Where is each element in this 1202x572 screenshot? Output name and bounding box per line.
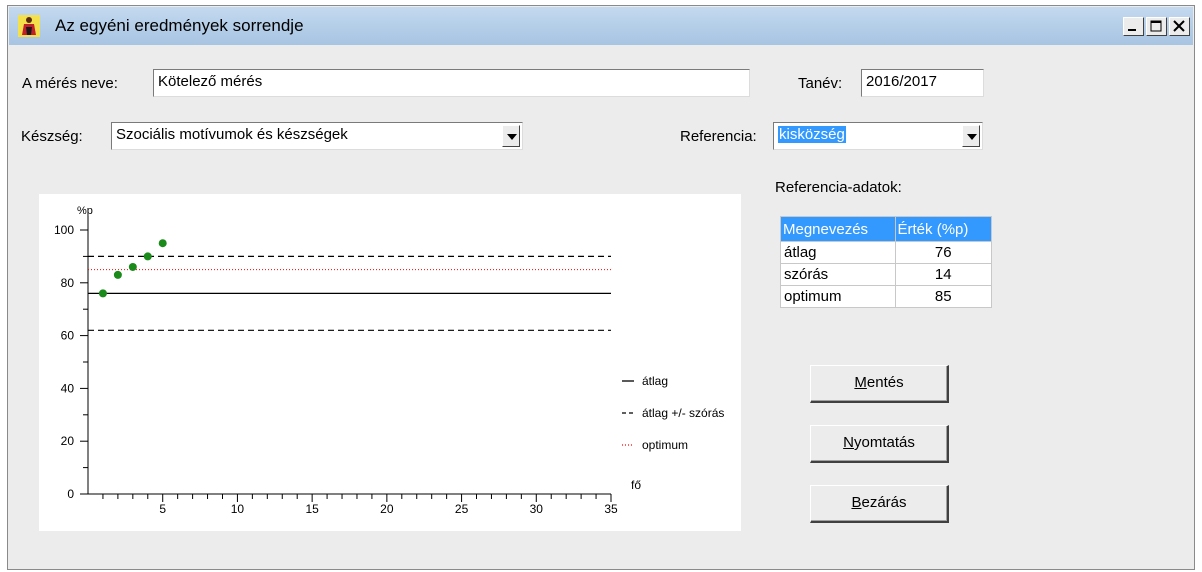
print-accel: N	[843, 434, 854, 451]
close-icon	[1173, 20, 1185, 32]
x-tick-label: 30	[530, 502, 544, 516]
reference-select[interactable]: kisközség	[773, 122, 983, 150]
main-window: Az egyéni eredmények sorrendje A mérés n…	[7, 5, 1195, 570]
x-axis-label: fő	[631, 478, 641, 492]
y-tick-label: 20	[61, 434, 75, 448]
save-button[interactable]: Mentés	[810, 365, 949, 403]
reference-select-value: kisközség	[778, 126, 846, 143]
skill-select[interactable]: Szociális motívumok és készségek	[111, 122, 523, 150]
data-point	[113, 270, 122, 279]
close-accel: B	[851, 494, 862, 511]
row-value: 14	[894, 263, 993, 286]
data-point	[158, 239, 167, 248]
x-tick-label: 15	[305, 502, 319, 516]
print-label: yomtatás	[853, 434, 915, 451]
row-name: optimum	[780, 285, 896, 308]
maximize-icon	[1150, 20, 1162, 32]
results-chart: 0 20 40 60 80 100 5 10 15 20 25 30 35 %p fő átlag átlag …	[39, 194, 741, 531]
skill-select-value: Szociális motívumok és készségek	[116, 126, 348, 143]
title-bar[interactable]: Az egyéni eredmények sorrendje	[9, 7, 1193, 45]
print-button[interactable]: Nyomtatás	[810, 425, 949, 463]
x-tick-label: 5	[159, 502, 166, 516]
x-tick-label: 10	[231, 502, 245, 516]
x-tick-label: 25	[455, 502, 469, 516]
year-field[interactable]: 2016/2017	[861, 69, 984, 97]
chart-svg: 0 20 40 60 80 100 5 10 15 20 25 30 35 %p fő átlag átlag …	[54, 205, 724, 516]
window-title: Az egyéni eredmények sorrendje	[55, 16, 304, 35]
measure-name-label: A mérés neve:	[22, 75, 118, 92]
legend-label: átlag	[642, 374, 668, 388]
row-name: szórás	[780, 263, 896, 286]
y-tick-label: 80	[61, 276, 75, 290]
reference-data-heading: Referencia-adatok:	[775, 179, 902, 196]
y-tick-label: 60	[61, 329, 75, 343]
app-figure-icon	[18, 15, 40, 37]
reference-dropdown-arrow-icon[interactable]	[962, 125, 980, 147]
y-tick-label: 100	[54, 223, 74, 237]
reference-table: Megnevezés Érték (%p) átlag 76 szórás 14…	[780, 216, 993, 308]
row-value: 76	[894, 241, 993, 264]
save-label: entés	[866, 374, 904, 391]
y-tick-label: 0	[67, 487, 74, 501]
x-tick-label: 20	[380, 502, 394, 516]
row-value: 85	[894, 285, 993, 308]
reference-table-header: Megnevezés Érték (%p)	[780, 216, 993, 242]
legend-label: átlag +/- szórás	[642, 406, 724, 420]
x-tick-label: 35	[604, 502, 618, 516]
y-axis-label: %p	[77, 205, 93, 217]
skill-label: Készség:	[21, 128, 83, 145]
close-window-button[interactable]	[1169, 17, 1190, 36]
year-label: Tanév:	[798, 75, 843, 92]
data-point	[143, 252, 152, 261]
legend-label: optimum	[642, 438, 688, 452]
reference-label: Referencia:	[680, 128, 757, 145]
close-label: ezárás	[861, 494, 907, 511]
measure-name-field[interactable]: Kötelező mérés	[153, 69, 750, 97]
table-row[interactable]: optimum 85	[780, 285, 993, 308]
data-point	[98, 289, 107, 298]
table-row[interactable]: átlag 76	[780, 241, 993, 264]
y-tick-label: 40	[61, 381, 75, 395]
column-header-name[interactable]: Megnevezés	[780, 216, 896, 242]
row-name: átlag	[780, 241, 896, 264]
maximize-button[interactable]	[1146, 17, 1167, 36]
data-point	[128, 262, 137, 271]
close-button[interactable]: Bezárás	[810, 485, 949, 523]
column-header-value[interactable]: Érték (%p)	[894, 216, 993, 242]
skill-dropdown-arrow-icon[interactable]	[502, 125, 520, 147]
save-accel: M	[854, 374, 867, 391]
minimize-button[interactable]	[1123, 17, 1144, 36]
table-row[interactable]: szórás 14	[780, 263, 993, 286]
minimize-icon	[1128, 29, 1136, 31]
